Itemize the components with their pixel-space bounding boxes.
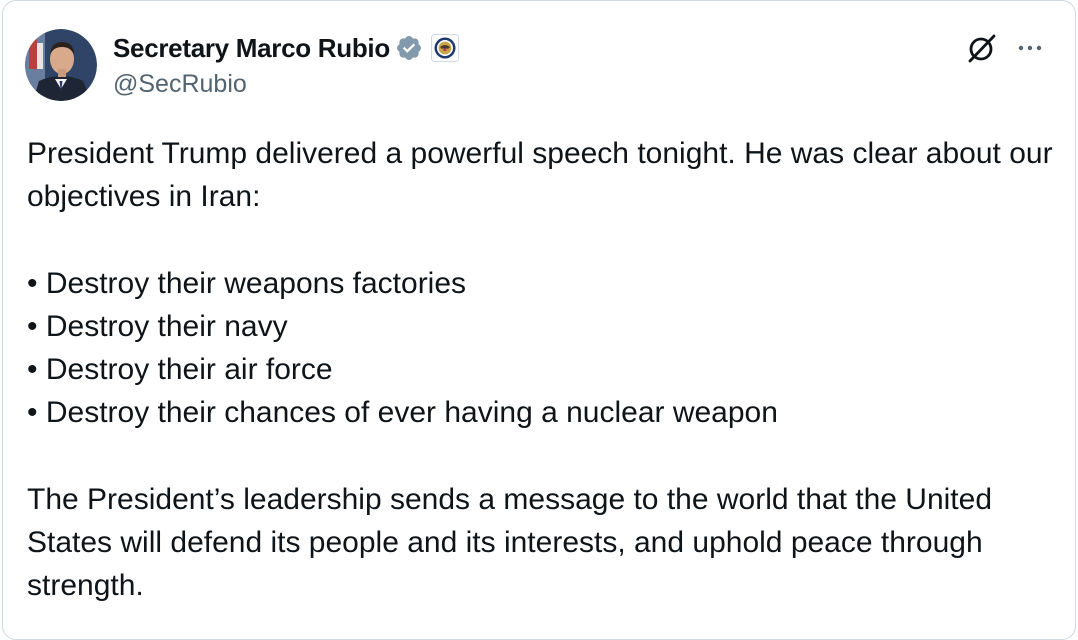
post-header: Secretary Marco Rubio @SecRubio [25, 29, 459, 101]
more-options-icon[interactable] [1015, 33, 1045, 63]
author-display-name[interactable]: Secretary Marco Rubio [113, 33, 390, 64]
post-card[interactable]: Secretary Marco Rubio @SecRubio Presiden… [2, 0, 1076, 640]
bullet-item: • Destroy their navy [27, 309, 288, 343]
author-names: Secretary Marco Rubio @SecRubio [113, 30, 459, 99]
post-actions [965, 31, 1045, 65]
grok-icon[interactable] [965, 31, 999, 65]
state-department-seal-icon[interactable] [430, 34, 459, 62]
avatar[interactable] [25, 29, 97, 101]
verified-badge-icon[interactable] [395, 34, 423, 62]
name-row: Secretary Marco Rubio [113, 30, 459, 66]
post-text: President Trump delivered a powerful spe… [27, 132, 1057, 608]
post-intro: President Trump delivered a powerful spe… [27, 137, 1053, 214]
author-handle[interactable]: @SecRubio [113, 70, 459, 99]
bullet-item: • Destroy their air force [27, 353, 333, 387]
post-closing: The President’s leadership sends a messa… [27, 482, 993, 603]
bullet-item: • Destroy their weapons factories [27, 266, 467, 300]
bullet-item: • Destroy their chances of ever having a… [27, 396, 778, 430]
